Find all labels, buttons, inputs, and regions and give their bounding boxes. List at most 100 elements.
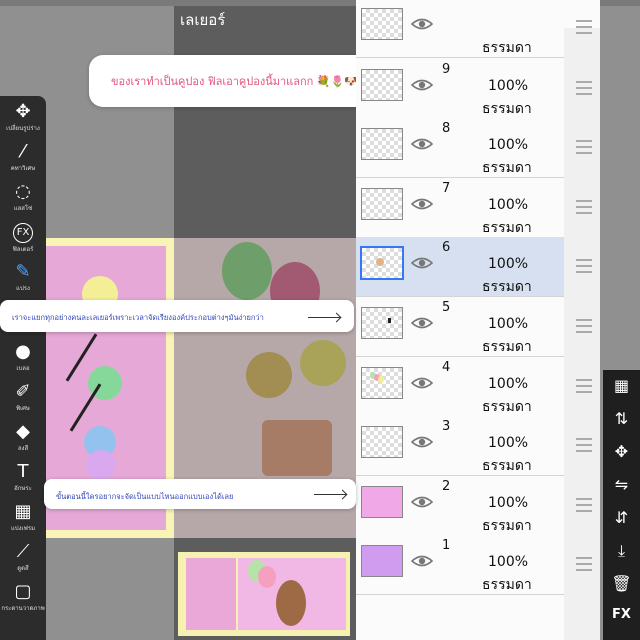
layer-opacity: 100% bbox=[488, 256, 529, 273]
layer-blend-mode[interactable]: ธรรมดา bbox=[482, 396, 532, 418]
drag-handle-icon[interactable] bbox=[576, 438, 592, 453]
tooltip-design: ขั้นตอนนี้ใครอยากจะจัดเป็นแบบไหนออกแบบเอ… bbox=[44, 479, 356, 509]
visibility-eye-icon[interactable] bbox=[411, 17, 433, 31]
visibility-eye-icon[interactable] bbox=[411, 78, 433, 92]
visibility-eye-icon[interactable] bbox=[411, 316, 433, 330]
layer-blend-mode[interactable]: ธรรมดา bbox=[482, 574, 532, 596]
layer-blend-mode[interactable]: ธรรมดา bbox=[482, 515, 532, 537]
lasso-icon: ◌ bbox=[15, 181, 31, 202]
layer-opacity: 100% bbox=[488, 494, 529, 511]
arrow-right-icon bbox=[308, 317, 340, 318]
drag-handle-icon[interactable] bbox=[576, 80, 592, 95]
visibility-eye-icon[interactable] bbox=[411, 554, 433, 568]
layer-blend-mode[interactable]: ธรรมดา bbox=[482, 37, 532, 59]
visibility-eye-icon[interactable] bbox=[411, 495, 433, 509]
layer-thumbnail[interactable] bbox=[361, 426, 403, 459]
drag-handle-icon[interactable] bbox=[576, 259, 592, 274]
tool-fill[interactable]: ◆ ลงสี bbox=[0, 422, 46, 453]
preview-ticket-left bbox=[186, 558, 236, 630]
preview-bear bbox=[276, 580, 306, 626]
visibility-eye-icon[interactable] bbox=[411, 376, 433, 390]
tool-move[interactable]: ✥ เปลี่ยนรูปร่าง bbox=[0, 102, 46, 133]
layer-tools-column: ▦ ⇅ ✥ ⇋ ⇵ ⤓ 🗑 FX bbox=[603, 370, 640, 640]
layer-opacity: 100% bbox=[488, 435, 529, 452]
search-text: ของเราทำเป็นคูปอง ฟิลเอาคูปองนี้มาแลกก 💐… bbox=[111, 75, 358, 88]
layer-thumbnail[interactable] bbox=[361, 545, 403, 578]
merge-down-icon[interactable]: ⤓ bbox=[603, 541, 640, 561]
flip-vertical-icon[interactable]: ⇵ bbox=[603, 508, 640, 527]
layer-blend-mode[interactable]: ธรรมดา bbox=[482, 455, 532, 477]
eyedropper-icon: ⟋ bbox=[16, 541, 30, 562]
tool-fx[interactable]: FX ฟิลเตอร์ bbox=[0, 222, 46, 254]
move-icon: ✥ bbox=[15, 101, 31, 122]
tool-special-brush[interactable]: ✐ พิเศษ bbox=[0, 382, 46, 413]
swap-layers-icon[interactable]: ⇅ bbox=[603, 409, 640, 428]
layer-blend-mode[interactable]: ธรรมดา bbox=[482, 336, 532, 358]
tool-label: เปลี่ยนรูปร่าง bbox=[6, 125, 40, 132]
layer-handle-column bbox=[564, 20, 600, 640]
tool-frame-divider[interactable]: ▦ แบ่งเฟรม bbox=[0, 502, 46, 533]
layer-thumbnail[interactable] bbox=[361, 366, 403, 399]
layer-thumbnail[interactable] bbox=[361, 307, 403, 339]
layer-opacity: 100% bbox=[488, 196, 529, 213]
layer-opacity: 100% bbox=[488, 554, 529, 571]
tool-canvas[interactable]: ▢ กระดานวาดภาพ bbox=[0, 582, 46, 613]
tool-label: ฟิลเตอร์ bbox=[12, 246, 34, 253]
trash-icon[interactable]: 🗑 bbox=[603, 574, 640, 593]
layer-thumbnail[interactable] bbox=[361, 128, 403, 161]
drag-handle-icon[interactable] bbox=[576, 378, 592, 393]
tool-label: อักษระ bbox=[14, 485, 32, 492]
tool-text[interactable]: T อักษระ bbox=[0, 462, 46, 493]
visibility-eye-icon[interactable] bbox=[411, 197, 433, 211]
drag-handle-icon[interactable] bbox=[576, 140, 592, 155]
visibility-eye-icon[interactable] bbox=[411, 435, 433, 449]
layer-number: 2 bbox=[442, 478, 451, 494]
layer-number: 4 bbox=[442, 359, 451, 375]
flip-horizontal-icon[interactable]: ⇋ bbox=[603, 475, 640, 494]
layer-thumbnail[interactable] bbox=[361, 8, 403, 40]
tool-label: แลสโซ่ bbox=[13, 205, 33, 212]
canvas-icon: ▢ bbox=[14, 581, 32, 602]
drag-handle-icon[interactable] bbox=[576, 557, 592, 572]
layer-blend-mode[interactable]: ธรรมดา bbox=[482, 276, 532, 298]
ticket-circle bbox=[86, 450, 116, 480]
checker-icon[interactable]: ▦ bbox=[603, 376, 640, 395]
tool-eyedropper[interactable]: ⟋ ดูดสี bbox=[0, 542, 46, 573]
text-icon: T bbox=[17, 461, 29, 482]
tooltip-text: ขั้นตอนนี้ใครอยากจะจัดเป็นแบบไหนออกแบบเอ… bbox=[56, 492, 234, 501]
layer-opacity: 100% bbox=[488, 77, 529, 94]
layer-thumbnail[interactable] bbox=[360, 246, 404, 281]
fill-icon: ◆ bbox=[16, 421, 30, 442]
visibility-eye-icon[interactable] bbox=[411, 256, 433, 270]
tool-blur[interactable]: ● เบลอ bbox=[0, 342, 46, 373]
drag-handle-icon[interactable] bbox=[576, 20, 592, 34]
drag-handle-icon[interactable] bbox=[576, 199, 592, 214]
layer-panel-title: เลเยอร์ bbox=[180, 11, 226, 29]
layer-thumbnail[interactable] bbox=[361, 68, 403, 101]
fx-icon: FX bbox=[13, 223, 33, 243]
layer-blend-mode[interactable]: ธรรมดา bbox=[482, 157, 532, 179]
tool-brush[interactable]: ✎ แปรง bbox=[0, 262, 46, 293]
tool-label: คทาวิเศษ bbox=[10, 165, 36, 172]
tool-label: กระดานวาดภาพ bbox=[1, 605, 45, 612]
tool-magic-wand[interactable]: ⁄ คทาวิเศษ bbox=[0, 142, 46, 173]
tool-label: พิเศษ bbox=[16, 405, 30, 412]
arrow-right-icon bbox=[314, 494, 346, 495]
blur-icon: ● bbox=[15, 341, 31, 362]
fx-icon[interactable]: FX bbox=[603, 607, 640, 622]
layer-number: 3 bbox=[442, 419, 451, 435]
layer-number: 8 bbox=[442, 121, 451, 137]
tool-lasso[interactable]: ◌ แลสโซ่ bbox=[0, 182, 46, 213]
layer-thumbnail[interactable] bbox=[361, 187, 403, 220]
layer-thumbnail[interactable] bbox=[361, 485, 403, 518]
layer-number: 1 bbox=[442, 538, 451, 554]
drag-handle-icon[interactable] bbox=[576, 497, 592, 512]
tool-label: แบ่งเฟรม bbox=[10, 525, 36, 532]
drag-handle-icon[interactable] bbox=[576, 319, 592, 333]
layer-blend-mode[interactable]: ธรรมดา bbox=[482, 217, 532, 239]
layer-opacity: 100% bbox=[488, 375, 529, 392]
layer-number: 9 bbox=[442, 61, 451, 77]
layer-blend-mode[interactable]: ธรรมดา bbox=[482, 98, 532, 120]
move-icon[interactable]: ✥ bbox=[603, 442, 640, 461]
visibility-eye-icon[interactable] bbox=[411, 137, 433, 151]
